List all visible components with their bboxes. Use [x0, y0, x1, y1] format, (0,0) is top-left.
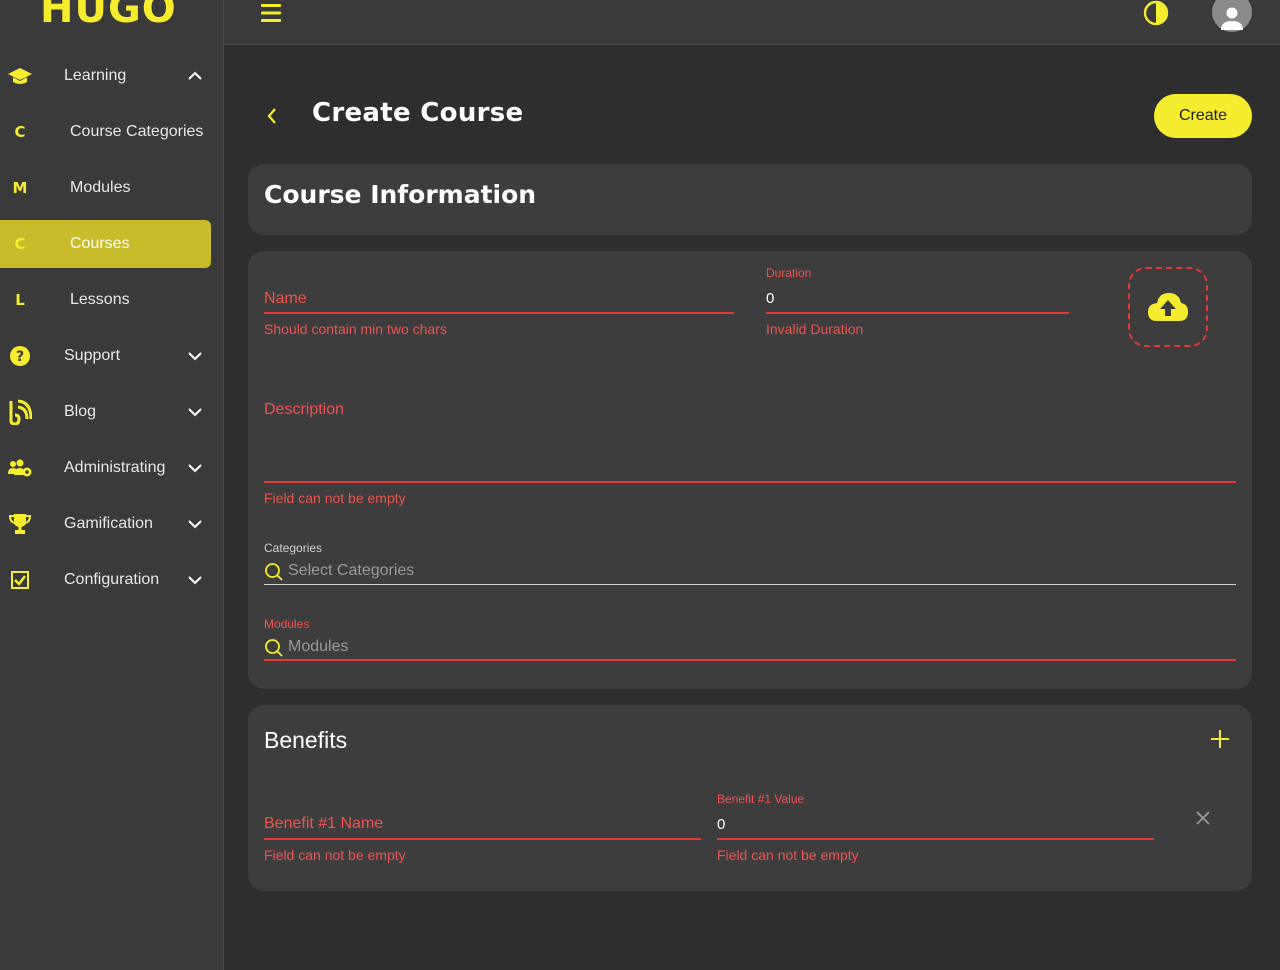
- sidebar-item-blog[interactable]: Blog: [0, 388, 211, 436]
- name-error: Should contain min two chars: [264, 321, 447, 337]
- duration-label: Duration: [766, 266, 812, 280]
- benefits-card: Benefits Benefit #1 Name Field can not b…: [248, 705, 1252, 891]
- sidebar-item-learning[interactable]: Learning: [0, 52, 211, 100]
- benefit-value-error: Field can not be empty: [717, 847, 859, 863]
- user-icon: [1221, 7, 1243, 30]
- image-upload-button[interactable]: [1128, 267, 1208, 347]
- benefit-value-field[interactable]: 0: [717, 813, 1154, 843]
- chevron-down-icon: [186, 403, 204, 421]
- modules-underline: [264, 659, 1236, 661]
- benefits-title: Benefits: [264, 727, 348, 753]
- categories-select[interactable]: Select Categories: [264, 559, 1236, 587]
- chevron-down-icon: [186, 459, 204, 477]
- theme-toggle-icon[interactable]: [1143, 0, 1169, 26]
- sidebar-item-gamification[interactable]: Gamification: [0, 500, 211, 548]
- create-button[interactable]: Create: [1154, 94, 1252, 138]
- add-benefit-icon[interactable]: [1208, 727, 1232, 751]
- sidebar-item-label: Lessons: [70, 291, 130, 308]
- letter-badge: C: [14, 123, 26, 141]
- benefit-name-field[interactable]: Benefit #1 Name: [264, 813, 701, 843]
- sidebar-item-label: Courses: [70, 235, 130, 252]
- description-underline: [264, 481, 1236, 483]
- benefit-name-placeholder: Benefit #1 Name: [264, 815, 384, 832]
- cloud-upload-icon: [1148, 293, 1188, 321]
- sidebar-item-label: Course Categories: [70, 123, 204, 140]
- sidebar-item-label: Configuration: [64, 571, 160, 588]
- benefit-value: 0: [717, 816, 726, 833]
- duration-error: Invalid Duration: [766, 321, 864, 337]
- duration-field[interactable]: 0: [766, 287, 1069, 317]
- page-title: Create Course: [312, 98, 524, 128]
- duration-underline: [766, 312, 1069, 314]
- users-gear-icon: [7, 455, 33, 481]
- benefit-value-underline: [717, 838, 1154, 840]
- benefit-value-label: Benefit #1 Value: [717, 792, 805, 806]
- sidebar-item-configuration[interactable]: Configuration: [0, 556, 211, 604]
- categories-placeholder: Select Categories: [288, 562, 415, 579]
- search-icon: [264, 562, 284, 582]
- modules-select[interactable]: Modules: [264, 635, 1236, 663]
- help-circle-icon: ?: [7, 343, 33, 369]
- description-field[interactable]: Description: [264, 401, 1236, 485]
- sidebar-item-label: Modules: [70, 179, 131, 196]
- benefit-name-error: Field can not be empty: [264, 847, 406, 863]
- sidebar: HUGO Learning C Course Categories M Modu…: [0, 0, 224, 970]
- categories-label: Categories: [264, 541, 323, 555]
- remove-benefit-icon[interactable]: [1194, 809, 1212, 827]
- modules-placeholder: Modules: [288, 638, 349, 655]
- sidebar-item-support[interactable]: ? Support: [0, 332, 211, 380]
- blog-rss-icon: [7, 399, 33, 425]
- course-form-card: Name Should contain min two chars Durati…: [248, 251, 1252, 689]
- trophy-icon: [7, 511, 33, 537]
- letter-badge: M: [12, 179, 28, 197]
- chevron-down-icon: [186, 347, 204, 365]
- name-placeholder: Name: [264, 290, 307, 307]
- sidebar-item-administrating[interactable]: Administrating: [0, 444, 211, 492]
- duration-value: 0: [766, 290, 775, 307]
- check-square-icon: [7, 567, 33, 593]
- sidebar-item-label: Administrating: [64, 459, 166, 476]
- sidebar-item-courses[interactable]: C Courses: [0, 220, 211, 268]
- name-underline: [264, 312, 734, 314]
- app-logo: HUGO: [40, 0, 177, 32]
- sidebar-item-label: Blog: [64, 403, 97, 420]
- sidebar-item-lessons[interactable]: L Lessons: [0, 276, 211, 324]
- sidebar-item-label: Gamification: [64, 515, 153, 532]
- course-information-card: Course Information: [248, 164, 1252, 235]
- svg-text:?: ?: [16, 349, 24, 365]
- back-arrow-icon[interactable]: [262, 106, 282, 126]
- chevron-up-icon: [186, 67, 204, 85]
- hamburger-menu-icon[interactable]: [260, 2, 282, 24]
- sidebar-item-modules[interactable]: M Modules: [0, 164, 211, 212]
- modules-label: Modules: [264, 617, 310, 631]
- letter-badge: L: [15, 291, 25, 309]
- chevron-down-icon: [186, 515, 204, 533]
- benefit-name-underline: [264, 838, 701, 840]
- search-icon: [264, 638, 284, 658]
- sidebar-item-course-categories[interactable]: C Course Categories: [0, 108, 211, 156]
- sidebar-item-label: Learning: [64, 67, 127, 84]
- top-bar: [224, 0, 1280, 45]
- sidebar-item-label: Support: [64, 347, 121, 364]
- graduation-cap-icon: [7, 63, 33, 89]
- avatar[interactable]: [1212, 0, 1252, 32]
- letter-badge: C: [14, 235, 26, 253]
- description-placeholder: Description: [264, 401, 345, 418]
- section-title: Course Information: [264, 180, 537, 209]
- chevron-down-icon: [186, 571, 204, 589]
- description-error: Field can not be empty: [264, 490, 406, 506]
- categories-underline: [264, 584, 1236, 585]
